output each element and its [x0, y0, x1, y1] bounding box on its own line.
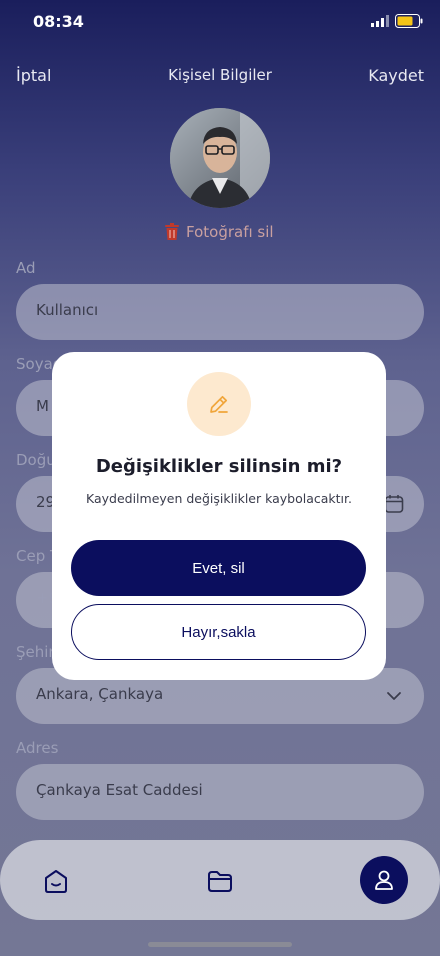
- home-icon[interactable]: [42, 868, 70, 894]
- name-field[interactable]: Kullanıcı: [16, 284, 424, 340]
- chevron-down-icon: [387, 692, 401, 700]
- status-time: 08:34: [33, 12, 84, 31]
- pencil-icon: [210, 395, 228, 413]
- city-value: Ankara, Çankaya: [36, 685, 164, 703]
- discard-changes-dialog: Değişiklikler silinsin mi? Kaydedilmeyen…: [52, 352, 386, 680]
- avatar-photo: [170, 108, 270, 208]
- dialog-message: Kaydedilmeyen değişiklikler kaybolacaktı…: [85, 491, 352, 506]
- avatar[interactable]: [170, 108, 270, 208]
- nav-bar: İptal Kişisel Bilgiler Kaydet: [0, 62, 440, 90]
- surname-value: M: [36, 397, 49, 415]
- name-label: Ad: [16, 259, 36, 277]
- tab-profile[interactable]: [360, 856, 408, 904]
- battery-icon: [395, 14, 423, 28]
- home-indicator: [148, 942, 292, 947]
- address-value: Çankaya Esat Caddesi: [36, 781, 203, 799]
- dialog-title: Değişiklikler silinsin mi?: [95, 456, 343, 477]
- name-value: Kullanıcı: [36, 301, 99, 319]
- address-label: Adres: [16, 739, 59, 757]
- delete-photo-label: Fotoğrafı sil: [186, 223, 274, 241]
- signal-icon: [371, 15, 389, 27]
- user-icon: [375, 870, 393, 890]
- calendar-icon[interactable]: [384, 494, 404, 514]
- trash-icon: [165, 223, 179, 240]
- confirm-delete-button[interactable]: Evet, sil: [71, 540, 366, 596]
- folder-icon[interactable]: [206, 868, 234, 894]
- keep-changes-button[interactable]: Hayır,sakla: [71, 604, 366, 660]
- status-bar: 08:34: [0, 0, 440, 46]
- city-label: Şehir: [16, 643, 55, 661]
- delete-photo-button[interactable]: Fotoğrafı sil: [164, 221, 274, 243]
- edit-icon-badge: [187, 372, 251, 436]
- tab-bar: [0, 840, 440, 920]
- address-field[interactable]: Çankaya Esat Caddesi: [16, 764, 424, 820]
- save-button[interactable]: Kaydet: [368, 66, 424, 85]
